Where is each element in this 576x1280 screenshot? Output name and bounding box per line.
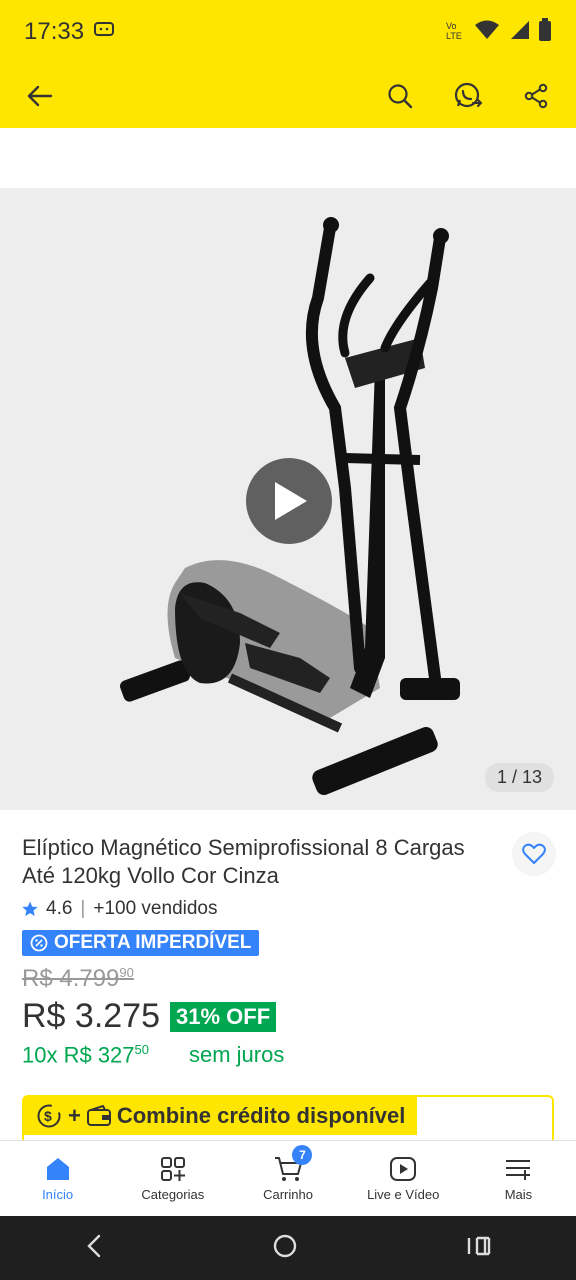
- share-button[interactable]: [516, 76, 556, 116]
- heart-icon: [522, 843, 546, 864]
- product-info: Elíptico Magnético Semiprofissional 8 Ca…: [0, 810, 576, 1068]
- status-time: 17:33: [24, 18, 85, 45]
- nav-more[interactable]: Mais: [461, 1141, 576, 1216]
- video-play-icon: [390, 1157, 417, 1181]
- old-price: R$ 4.79990: [22, 965, 554, 993]
- installments-note: sem juros: [189, 1042, 285, 1067]
- nav-more-label: Mais: [504, 1187, 533, 1202]
- installments: 10x R$ 32750 sem juros: [22, 1042, 554, 1068]
- play-icon: [275, 482, 307, 520]
- svg-text:LTE: LTE: [446, 31, 462, 41]
- app-bar: [0, 64, 576, 128]
- share-icon: [524, 83, 548, 109]
- system-back-button[interactable]: [84, 1234, 104, 1263]
- circle-home-icon: [273, 1234, 297, 1257]
- whatsapp-share-button[interactable]: [448, 76, 488, 116]
- credit-banner[interactable]: $ + Combine crédito disponível: [22, 1095, 554, 1145]
- chevron-left-icon: [87, 1234, 101, 1257]
- credit-banner-label: Combine crédito disponível: [116, 1103, 406, 1128]
- offer-badge-label: OFERTA IMPERDÍVEL: [54, 932, 252, 953]
- discount-tag-icon: [30, 934, 48, 952]
- plus-sign: +: [68, 1103, 81, 1128]
- volte-icon: Vo LTE: [446, 19, 466, 46]
- star-icon: [22, 901, 38, 916]
- nav-home[interactable]: Início: [0, 1141, 115, 1216]
- nav-cart-label: Carrinho: [263, 1187, 313, 1202]
- search-button[interactable]: [380, 76, 420, 116]
- credit-banner-tag: $ + Combine crédito disponível: [24, 1097, 418, 1135]
- battery-icon: [538, 17, 552, 47]
- back-button[interactable]: [20, 76, 60, 116]
- message-icon: [94, 21, 115, 43]
- nav-home-label: Início: [42, 1187, 74, 1202]
- wifi-icon: [474, 20, 500, 45]
- image-counter: 1 / 13: [484, 763, 554, 792]
- search-icon: [388, 84, 413, 109]
- top-spacer: [0, 128, 576, 188]
- bottom-navigation: Início Categorias 7 Carrinho Live e Víde…: [0, 1140, 576, 1216]
- system-recents-button[interactable]: [466, 1234, 492, 1263]
- recents-icon: [467, 1236, 491, 1255]
- svg-text:Vo: Vo: [446, 21, 457, 31]
- system-home-button[interactable]: [272, 1233, 298, 1264]
- status-bar: 17:33 Vo LTE: [0, 0, 576, 64]
- whatsapp-icon: [454, 82, 483, 108]
- rating-row[interactable]: 4.6 | +100 vendidos: [22, 898, 554, 920]
- rating-separator: |: [80, 898, 86, 919]
- play-video-button[interactable]: [246, 458, 332, 544]
- nav-categories-label: Categorias: [141, 1187, 205, 1202]
- offer-badge: OFERTA IMPERDÍVEL: [22, 930, 260, 956]
- nav-live-video-label: Live e Vídeo: [367, 1187, 440, 1202]
- cart-count-badge: 7: [292, 1145, 313, 1165]
- sold-count: +100 vendidos: [93, 898, 218, 919]
- product-title: Elíptico Magnético Semiprofissional 8 Ca…: [22, 835, 465, 888]
- categories-icon: [160, 1157, 185, 1181]
- product-image-gallery[interactable]: 1 / 13: [0, 188, 576, 810]
- system-navigation-bar: [0, 1216, 576, 1280]
- money-icon: $: [37, 1104, 61, 1128]
- discount-badge: 31% OFF: [170, 1001, 277, 1032]
- installments-cents: 50: [134, 1042, 149, 1057]
- nav-live-video[interactable]: Live e Vídeo: [346, 1141, 461, 1216]
- back-arrow-icon: [27, 85, 53, 107]
- price-row: R$ 3.275 31% OFF: [22, 997, 554, 1036]
- nav-cart[interactable]: 7 Carrinho: [230, 1141, 345, 1216]
- svg-text:$: $: [44, 1108, 52, 1124]
- signal-icon: [508, 20, 530, 45]
- old-price-cents: 90: [119, 965, 134, 980]
- nav-categories[interactable]: Categorias: [115, 1141, 230, 1216]
- more-menu-icon: [506, 1160, 531, 1180]
- wallet-icon: [86, 1105, 111, 1126]
- installments-value: 10x R$ 327: [22, 1042, 135, 1068]
- favorite-button[interactable]: [512, 832, 556, 876]
- home-icon: [46, 1158, 69, 1180]
- rating-value: 4.6: [46, 898, 73, 919]
- old-price-value: R$ 4.799: [22, 965, 120, 992]
- current-price: R$ 3.275: [22, 997, 160, 1035]
